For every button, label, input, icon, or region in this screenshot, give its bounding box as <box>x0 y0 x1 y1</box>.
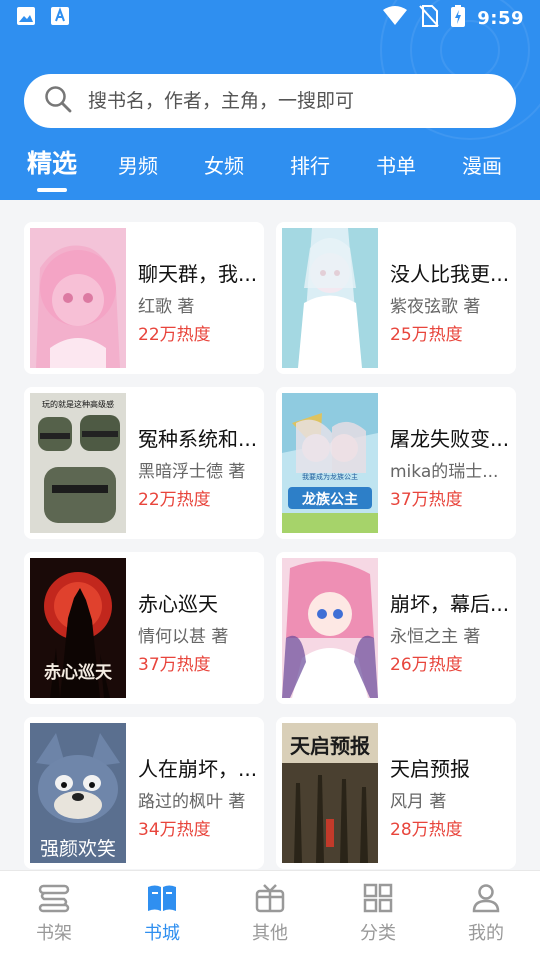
book-card[interactable]: 龙族公主 我要成为龙族公主 屠龙失败变... mika的瑞士... 37万热度 <box>276 387 516 539</box>
no-sim-icon <box>419 5 439 31</box>
battery-charging-icon <box>451 5 466 31</box>
tab-booklist[interactable]: 书单 <box>376 150 416 179</box>
nav-label: 书城 <box>144 923 180 944</box>
nav-label: 分类 <box>360 923 396 944</box>
bookshelf-icon <box>14 883 94 913</box>
nav-label: 其他 <box>252 923 288 944</box>
book-card[interactable]: 没人比我更... 紫夜弦歌 著 25万热度 <box>276 222 516 374</box>
book-heat: 26万热度 <box>390 655 463 675</box>
book-cover: 天启预报 <box>282 723 378 863</box>
cover-text: 赤心巡天 <box>44 662 113 683</box>
book-grid: 聊天群，我... 红歌 著 22万热度 没人比我更... 紫夜弦歌 著 25万热… <box>0 200 540 870</box>
book-title: 聊天群，我... <box>138 262 258 286</box>
book-heat: 37万热度 <box>390 490 463 510</box>
book-author: 黑暗浮士德 著 <box>138 462 246 482</box>
book-card[interactable]: 强颜欢笑 人在崩坏，... 路过的枫叶 著 34万热度 <box>24 717 264 869</box>
grid-icon <box>338 883 418 913</box>
cover-text: 天启预报 <box>290 734 370 758</box>
search-bar[interactable] <box>24 74 516 128</box>
book-heat: 37万热度 <box>138 655 211 675</box>
text-a-icon <box>50 6 70 30</box>
wifi-icon <box>383 6 408 30</box>
gift-icon <box>230 883 310 913</box>
book-heat: 28万热度 <box>390 820 463 840</box>
search-icon <box>44 85 72 117</box>
tab-featured[interactable]: 精选 <box>27 144 77 180</box>
tab-comics[interactable]: 漫画 <box>462 150 502 179</box>
book-card[interactable]: 天启预报 天启预报 风月 著 28万热度 <box>276 717 516 869</box>
book-cover <box>282 228 378 368</box>
book-cover <box>30 228 126 368</box>
open-book-icon <box>122 883 202 913</box>
book-author: 风月 著 <box>390 792 447 812</box>
nav-mine[interactable]: 我的 <box>446 883 526 945</box>
tab-ranking[interactable]: 排行 <box>290 150 330 179</box>
book-author: 路过的枫叶 著 <box>138 792 246 812</box>
header: 9:59 精选 男频 女频 排行 书单 漫画 <box>0 0 540 200</box>
book-cover: 强颜欢笑 <box>30 723 126 863</box>
book-cover: 玩的就是这种高级感 <box>30 393 126 533</box>
book-title: 没人比我更... <box>390 262 510 286</box>
book-heat: 22万热度 <box>138 490 211 510</box>
nav-label: 书架 <box>36 923 72 944</box>
nav-bookshelf[interactable]: 书架 <box>14 883 94 945</box>
search-input[interactable] <box>88 90 468 112</box>
nav-category[interactable]: 分类 <box>338 883 418 945</box>
cover-text: 我要成为龙族公主 <box>302 472 358 481</box>
status-time: 9:59 <box>477 7 524 29</box>
book-card[interactable]: 聊天群，我... 红歌 著 22万热度 <box>24 222 264 374</box>
tab-male[interactable]: 男频 <box>118 150 158 179</box>
status-bar: 9:59 <box>0 0 540 36</box>
book-author: 永恒之主 著 <box>390 627 481 647</box>
cover-text: 强颜欢笑 <box>40 838 116 860</box>
cover-text: 龙族公主 <box>301 491 358 508</box>
book-title: 人在崩坏，... <box>138 757 258 781</box>
book-title: 冤种系统和... <box>138 427 258 451</box>
nav-bookstore[interactable]: 书城 <box>122 883 202 945</box>
book-heat: 34万热度 <box>138 820 211 840</box>
nav-other[interactable]: 其他 <box>230 883 310 945</box>
book-cover: 龙族公主 我要成为龙族公主 <box>282 393 378 533</box>
cover-text: 玩的就是这种高级感 <box>42 399 114 409</box>
book-title: 屠龙失败变... <box>390 427 510 451</box>
book-card[interactable]: 赤心巡天 赤心巡天 情何以甚 著 37万热度 <box>24 552 264 704</box>
book-card[interactable]: 崩坏，幕后... 永恒之主 著 26万热度 <box>276 552 516 704</box>
book-title: 崩坏，幕后... <box>390 592 510 616</box>
book-heat: 25万热度 <box>390 325 463 345</box>
bottom-nav: 书架 书城 其他 分类 我的 <box>0 870 540 960</box>
book-author: mika的瑞士... <box>390 462 499 482</box>
book-card[interactable]: 玩的就是这种高级感 冤种系统和... 黑暗浮士德 著 22万热度 <box>24 387 264 539</box>
tab-female[interactable]: 女频 <box>204 150 244 179</box>
category-tabs: 精选 男频 女频 排行 书单 漫画 <box>0 140 540 192</box>
book-author: 紫夜弦歌 著 <box>390 297 481 317</box>
book-heat: 22万热度 <box>138 325 211 345</box>
person-icon <box>446 883 526 913</box>
book-title: 天启预报 <box>390 757 470 781</box>
book-title: 赤心巡天 <box>138 592 218 616</box>
book-author: 情何以甚 著 <box>138 627 229 647</box>
tab-indicator <box>37 188 67 192</box>
image-icon <box>16 6 36 30</box>
book-cover: 赤心巡天 <box>30 558 126 698</box>
nav-label: 我的 <box>468 923 504 944</box>
book-author: 红歌 著 <box>138 297 195 317</box>
book-cover <box>282 558 378 698</box>
